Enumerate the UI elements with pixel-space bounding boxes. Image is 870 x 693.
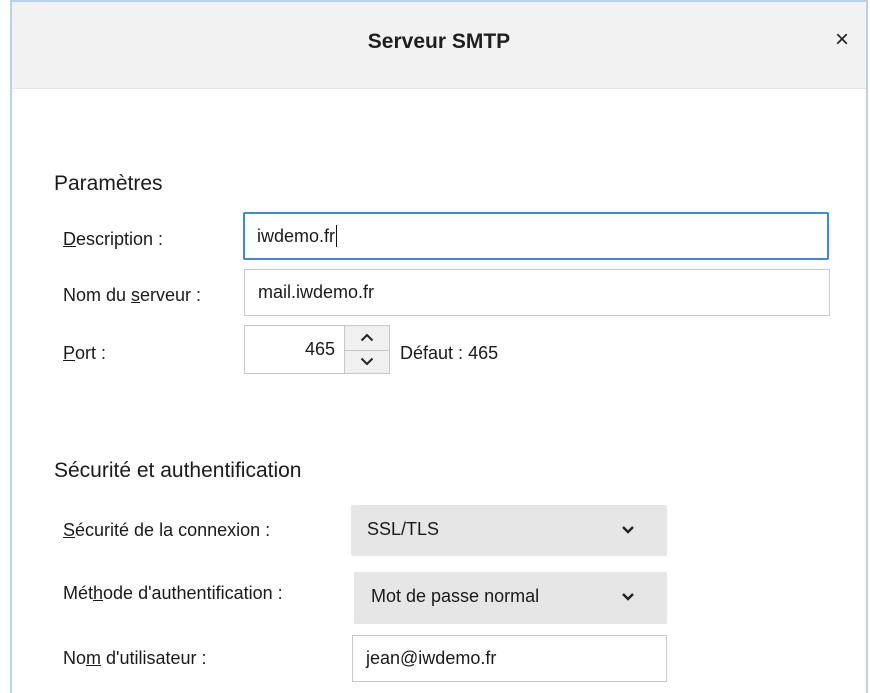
- description-label: Description :: [63, 229, 163, 250]
- section-heading-parameters: Paramètres: [54, 172, 163, 195]
- server-name-label-mnemonic: s: [131, 285, 141, 305]
- description-label-mnemonic: D: [63, 229, 76, 249]
- server-name-label: Nom du serveur :: [63, 285, 201, 306]
- connection-security-value[interactable]: SSL/TLS: [367, 519, 439, 540]
- server-name-label-rest: erveur :: [140, 285, 202, 305]
- port-label-rest: ort :: [75, 343, 107, 363]
- close-button[interactable]: ×: [828, 26, 856, 54]
- port-value[interactable]: 465: [305, 339, 335, 360]
- username-label-rest: d'utilisateur :: [101, 648, 207, 668]
- description-label-rest: escription :: [76, 229, 164, 249]
- connection-security-select[interactable]: SSL/TLS: [351, 505, 667, 556]
- username-value[interactable]: jean@iwdemo.fr: [366, 648, 496, 669]
- connection-security-label: Sécurité de la connexion :: [63, 520, 270, 541]
- port-default: Défaut : 465: [400, 343, 498, 364]
- port-decrement-button[interactable]: [345, 350, 389, 374]
- username-label-mnemonic: m: [86, 648, 102, 668]
- connection-security-label-mnemonic: S: [63, 520, 76, 540]
- auth-method-label-mnemonic: h: [93, 583, 104, 603]
- username-field[interactable]: jean@iwdemo.fr: [352, 635, 667, 682]
- username-label: Nom d'utilisateur :: [63, 648, 207, 669]
- auth-method-value[interactable]: Mot de passe normal: [371, 586, 539, 607]
- auth-method-label: Méthode d'authentification :: [63, 583, 283, 604]
- chevron-down-icon[interactable]: [621, 525, 635, 534]
- smtp-server-dialog: Serveur SMTP × Paramètres Description : …: [10, 0, 868, 693]
- port-default-label: Défaut :: [400, 343, 464, 363]
- close-icon[interactable]: ×: [835, 26, 849, 53]
- text-caret: [336, 225, 338, 247]
- server-name-label-prefix: Nom du: [63, 285, 132, 305]
- port-default-value: 465: [468, 343, 499, 363]
- port-label-mnemonic: P: [63, 343, 76, 363]
- chevron-up-icon[interactable]: [360, 333, 374, 342]
- port-spinner[interactable]: 465: [244, 325, 390, 374]
- description-field[interactable]: iwdemo.fr: [243, 212, 829, 260]
- server-name-field[interactable]: mail.iwdemo.fr: [244, 269, 830, 316]
- auth-method-label-prefix: Mét: [63, 583, 94, 603]
- auth-method-label-rest: ode d'authentification :: [103, 583, 283, 603]
- port-spinner-buttons: [344, 326, 389, 373]
- port-label: Port :: [63, 343, 106, 364]
- port-increment-button[interactable]: [345, 326, 389, 351]
- chevron-down-icon[interactable]: [621, 592, 635, 601]
- section-heading-security: Sécurité et authentification: [54, 459, 302, 482]
- username-label-prefix: No: [63, 648, 87, 668]
- chevron-down-icon[interactable]: [360, 357, 374, 366]
- connection-security-label-rest: écurité de la connexion :: [75, 520, 271, 540]
- auth-method-select[interactable]: Mot de passe normal: [354, 572, 667, 624]
- dialog-titlebar: Serveur SMTP ×: [12, 2, 866, 89]
- description-value[interactable]: iwdemo.fr: [257, 226, 335, 247]
- server-name-value[interactable]: mail.iwdemo.fr: [258, 282, 374, 303]
- dialog-title: Serveur SMTP: [367, 30, 511, 53]
